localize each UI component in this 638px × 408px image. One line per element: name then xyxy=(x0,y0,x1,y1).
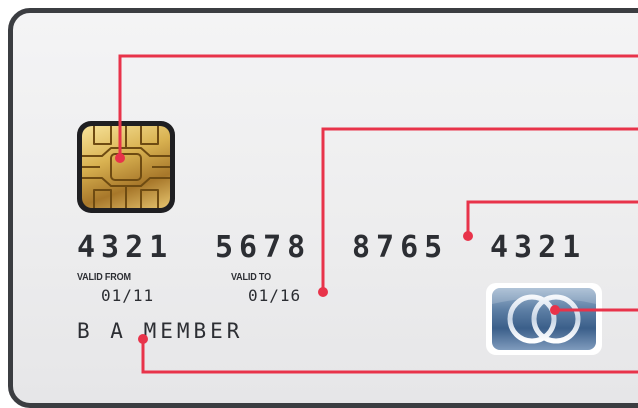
callout-dot-name xyxy=(138,334,148,344)
callout-line-expiry xyxy=(321,127,638,292)
callout-dot-expiry xyxy=(318,287,328,297)
callout-dot-logo xyxy=(550,305,560,315)
callout-lines xyxy=(115,54,638,374)
callout-line-card-number xyxy=(466,200,638,236)
callout-line-name xyxy=(141,339,638,374)
callout-line-chip xyxy=(118,54,638,158)
callout-dot-card-number xyxy=(463,231,473,241)
callout-dot-chip xyxy=(115,153,125,163)
